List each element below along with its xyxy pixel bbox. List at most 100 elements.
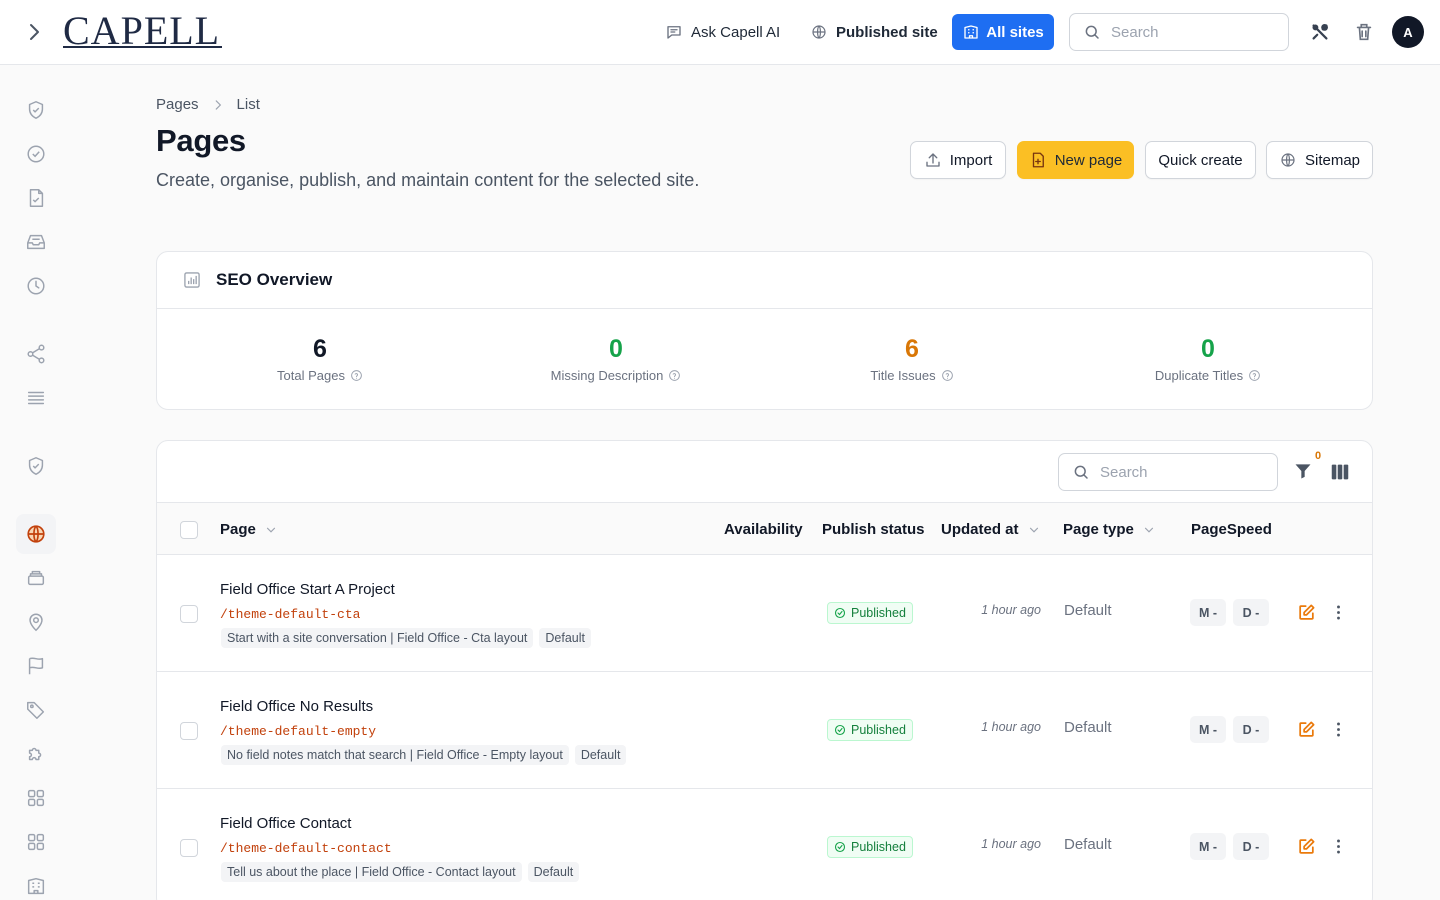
row-checkbox[interactable] [180, 605, 198, 623]
more-vertical-icon[interactable] [1329, 837, 1348, 856]
table-row[interactable]: Field Office Start A Project/theme-defau… [157, 555, 1372, 672]
sidebar-toggle-chevron-right-icon[interactable] [22, 20, 46, 44]
row-title[interactable]: Field Office Contact [220, 815, 351, 832]
seo-stat-value: 0 [1201, 335, 1215, 363]
sidebar-building-icon[interactable] [16, 866, 56, 900]
column-updated-at-label: Updated at [941, 521, 1019, 538]
row-description-tag: No field notes match that search | Field… [221, 745, 569, 765]
sidebar-puzzle-icon[interactable] [16, 734, 56, 774]
sidebar-clock-icon[interactable] [16, 266, 56, 306]
seo-stat: 6 Title Issues [760, 332, 1064, 383]
table-row[interactable]: Field Office Contact/theme-default-conta… [157, 789, 1372, 900]
row-updated-at: 1 hour ago [981, 837, 1041, 851]
sidebar-list-icon[interactable] [16, 378, 56, 418]
row-checkbox[interactable] [180, 722, 198, 740]
search-icon [1072, 463, 1090, 481]
filter-icon[interactable] [1293, 461, 1313, 483]
row-description-tag: Tell us about the place | Field Office -… [221, 862, 522, 882]
chevron-down-icon [1142, 523, 1156, 537]
row-type-tag: Default [527, 862, 580, 882]
sidebar [0, 65, 72, 900]
sidebar-shield-check-icon[interactable] [16, 446, 56, 486]
sidebar-flag-icon[interactable] [16, 646, 56, 686]
sidebar-layers-icon[interactable] [16, 558, 56, 598]
all-sites-button[interactable]: All sites [952, 14, 1054, 50]
more-vertical-icon[interactable] [1329, 603, 1348, 622]
pages-table-card: 0 Page Availability Publish status Updat… [156, 440, 1373, 900]
sitemap-button[interactable]: Sitemap [1266, 141, 1373, 179]
seo-stat: 6 Total Pages [168, 332, 472, 383]
columns-icon[interactable] [1329, 461, 1351, 483]
help-circle-icon[interactable] [350, 369, 363, 382]
import-button[interactable]: Import [910, 141, 1006, 179]
table-search-input[interactable] [1100, 463, 1260, 481]
table-row[interactable]: Field Office No Results/theme-default-em… [157, 672, 1372, 789]
table-header: Page Availability Publish status Updated… [157, 502, 1372, 556]
sidebar-inbox-icon[interactable] [16, 222, 56, 262]
row-checkbox[interactable] [180, 839, 198, 857]
sidebar-globe-icon[interactable] [16, 514, 56, 554]
new-page-button[interactable]: New page [1017, 141, 1134, 179]
select-all-checkbox[interactable] [180, 521, 198, 539]
trash-icon[interactable] [1353, 21, 1375, 43]
table-search[interactable] [1058, 453, 1278, 491]
check-circle-icon [834, 724, 846, 736]
pagespeed-mobile-badge[interactable]: M - [1190, 833, 1226, 860]
row-tags: No field notes match that search | Field… [221, 745, 627, 765]
global-search-input[interactable] [1111, 23, 1271, 41]
sidebar-map-pin-icon[interactable] [16, 602, 56, 642]
quick-create-button[interactable]: Quick create [1145, 141, 1256, 179]
sidebar-shield-check-icon[interactable] [16, 90, 56, 130]
row-slug[interactable]: /theme-default-cta [220, 607, 360, 622]
help-circle-icon[interactable] [668, 369, 681, 382]
pagespeed-mobile-badge[interactable]: M - [1190, 716, 1226, 743]
seo-stat-label-row: Missing Description [464, 368, 768, 383]
sidebar-check-circle-icon[interactable] [16, 134, 56, 174]
seo-overview-title: SEO Overview [216, 270, 333, 289]
help-circle-icon[interactable] [941, 369, 954, 382]
row-title[interactable]: Field Office No Results [220, 698, 373, 715]
ask-ai-link[interactable]: Ask Capell AI [665, 20, 780, 44]
seo-stat-value: 0 [609, 335, 623, 363]
sidebar-file-check-icon[interactable] [16, 178, 56, 218]
all-sites-label: All sites [986, 23, 1044, 41]
seo-stat-label: Duplicate Titles [1154, 368, 1244, 383]
breadcrumb-pages-link[interactable]: Pages [156, 96, 199, 113]
ask-ai-label: Ask Capell AI [691, 23, 781, 41]
upload-icon [924, 151, 942, 169]
row-type-tag: Default [539, 628, 591, 648]
column-publish-status: Publish status [822, 503, 925, 556]
row-slug[interactable]: /theme-default-contact [220, 841, 392, 856]
more-vertical-icon[interactable] [1329, 720, 1348, 739]
pagespeed-desktop-badge[interactable]: D - [1233, 833, 1269, 860]
edit-icon[interactable] [1297, 603, 1316, 622]
pagespeed-desktop-badge[interactable]: D - [1233, 599, 1269, 626]
column-page[interactable]: Page [220, 503, 278, 556]
global-search[interactable] [1069, 13, 1289, 51]
building-icon [962, 23, 980, 41]
seo-stat: 0 Missing Description [464, 332, 768, 383]
status-label: Published [851, 840, 906, 854]
status-label: Published [851, 606, 906, 620]
user-avatar[interactable]: A [1392, 16, 1424, 48]
seo-stat-value: 6 [905, 335, 919, 363]
column-availability-label: Availability [724, 521, 803, 538]
sidebar-share-icon[interactable] [16, 334, 56, 374]
tools-icon[interactable] [1309, 21, 1331, 43]
pagespeed-desktop-badge[interactable]: D - [1233, 716, 1269, 743]
pagespeed-mobile-badge[interactable]: M - [1190, 599, 1226, 626]
sidebar-grid-icon[interactable] [16, 778, 56, 818]
column-updated-at[interactable]: Updated at [941, 503, 1041, 556]
row-slug[interactable]: /theme-default-empty [220, 724, 376, 739]
published-site-link[interactable]: Published site [810, 20, 938, 44]
edit-icon[interactable] [1297, 837, 1316, 856]
edit-icon[interactable] [1297, 720, 1316, 739]
sidebar-tag-icon[interactable] [16, 690, 56, 730]
chevron-down-icon [264, 523, 278, 537]
row-title[interactable]: Field Office Start A Project [220, 581, 395, 598]
column-page-type[interactable]: Page type [1063, 503, 1156, 556]
column-availability: Availability [724, 503, 803, 556]
help-circle-icon[interactable] [1248, 369, 1261, 382]
row-updated-at: 1 hour ago [981, 720, 1041, 734]
sidebar-grid-icon[interactable] [16, 822, 56, 862]
